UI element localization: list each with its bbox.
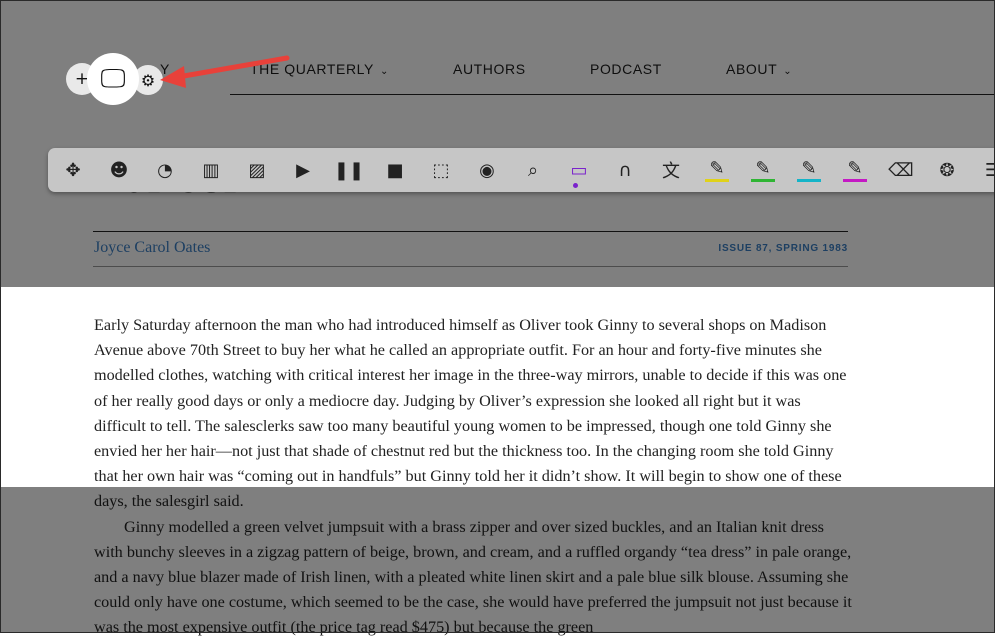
screen-mask-bottom bbox=[0, 487, 995, 633]
talk-and-type-icon[interactable]: ☻ bbox=[107, 158, 131, 182]
readwrite-toolbar: ✥ ☻ ◔ ▥ ▨ ▶ ❚❚ ■ ⬚ ◉ ⌕ ▭ ∩ 文 ✎ ✎ ✎ ✎ ⌫ ❂ ☰ bbox=[48, 148, 995, 192]
voice-note-icon[interactable]: ∩ bbox=[613, 158, 637, 182]
screen-mask-icon[interactable]: 🖵 bbox=[87, 53, 139, 105]
drag-handle-icon[interactable]: ✥ bbox=[61, 158, 85, 182]
web-search-icon[interactable]: ⌕ bbox=[521, 158, 545, 182]
highlight-pink-icon[interactable]: ✎ bbox=[843, 158, 867, 182]
play-icon[interactable]: ▶ bbox=[291, 158, 315, 182]
highlight-blue-icon[interactable]: ✎ bbox=[797, 158, 821, 182]
stop-icon[interactable]: ■ bbox=[383, 158, 407, 182]
pause-icon[interactable]: ❚❚ bbox=[334, 158, 364, 182]
translator-icon[interactable]: 文 bbox=[659, 158, 683, 182]
selected-indicator bbox=[573, 183, 578, 188]
predict-icon[interactable]: ◔ bbox=[153, 158, 177, 182]
picture-dictionary-icon[interactable]: ▨ bbox=[245, 158, 269, 182]
menu-icon[interactable]: ☰ bbox=[981, 158, 995, 182]
highlight-green-icon[interactable]: ✎ bbox=[751, 158, 775, 182]
screenshot-reader-icon[interactable]: ⬚ bbox=[429, 158, 453, 182]
screen-mask-top bbox=[0, 0, 995, 287]
highlight-yellow-icon[interactable]: ✎ bbox=[705, 158, 729, 182]
screen-mask-icon[interactable]: ▭ bbox=[567, 158, 591, 182]
collect-highlights-icon[interactable]: ❂ bbox=[935, 158, 959, 182]
clear-highlights-icon[interactable]: ⌫ bbox=[888, 158, 913, 182]
paragraph: Early Saturday afternoon the man who had… bbox=[94, 316, 847, 510]
dictionary-icon[interactable]: ▥ bbox=[199, 158, 223, 182]
audio-maker-icon[interactable]: ◉ bbox=[475, 158, 499, 182]
